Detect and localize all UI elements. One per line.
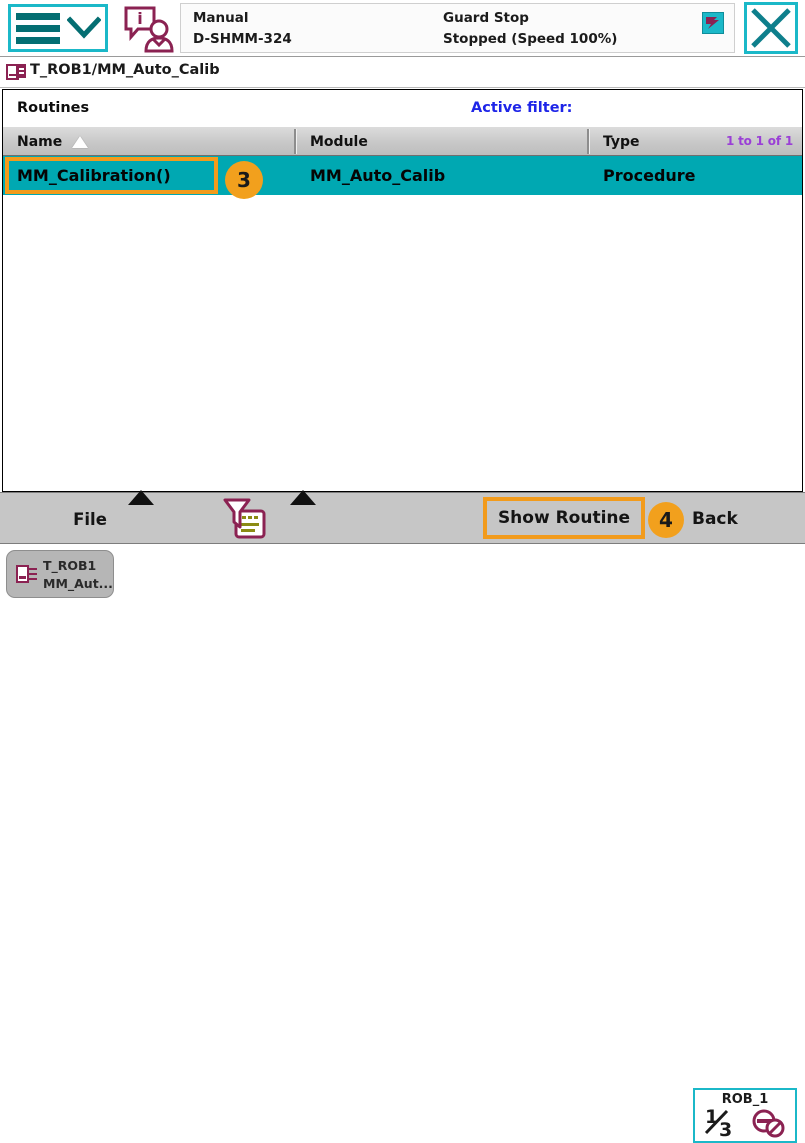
flexpendant-screen: i Manual D-SHMM-324 Guard Stop Stopped (… bbox=[0, 0, 805, 1143]
hamburger-menu-icon bbox=[15, 12, 60, 44]
sort-ascending-icon bbox=[72, 135, 89, 148]
operating-mode-label: Manual bbox=[193, 10, 249, 26]
column-header-name[interactable]: Name bbox=[3, 127, 296, 156]
taskbar-item-line2: MM_Aut... bbox=[43, 576, 113, 591]
cell-module-name: MM_Auto_Calib bbox=[310, 166, 446, 185]
caret-up-icon[interactable] bbox=[290, 490, 316, 505]
table-header-row: Name Module Type 1 to 1 of 1 bbox=[3, 127, 802, 156]
motors-off-icon bbox=[749, 1108, 787, 1138]
status-right-column: Guard Stop Stopped (Speed 100%) bbox=[443, 8, 673, 50]
operator-info-icon[interactable]: i bbox=[122, 5, 174, 53]
guard-state-label: Guard Stop bbox=[443, 10, 529, 26]
back-button[interactable]: Back bbox=[692, 501, 772, 537]
program-editor-icon bbox=[15, 563, 39, 587]
controller-name-label: D-SHMM-324 bbox=[193, 31, 292, 47]
main-menu-button[interactable] bbox=[8, 4, 108, 52]
file-menu-label: File bbox=[73, 509, 107, 529]
cell-routine-type: Procedure bbox=[603, 166, 696, 185]
row-range-indicator: 1 to 1 of 1 bbox=[725, 134, 793, 148]
table-body: MM_Calibration() MM_Auto_Calib Procedure bbox=[3, 156, 802, 490]
back-label: Back bbox=[692, 509, 738, 529]
program-module-icon bbox=[5, 61, 27, 83]
table-row[interactable]: MM_Calibration() MM_Auto_Calib Procedure bbox=[3, 156, 802, 195]
status-left-column: Manual D-SHMM-324 bbox=[193, 8, 438, 50]
run-state-label: Stopped (Speed 100%) bbox=[443, 31, 618, 47]
svg-text:i: i bbox=[137, 9, 142, 28]
controller-status-panel: Manual D-SHMM-324 Guard Stop Stopped (Sp… bbox=[180, 3, 735, 53]
cell-routine-name[interactable]: MM_Calibration() bbox=[3, 156, 171, 195]
taskbar: T_ROB1 MM_Aut... ROB_1 1 3 bbox=[0, 544, 805, 1143]
axis-group-indicator: 1 3 bbox=[703, 1106, 747, 1143]
svg-text:1: 1 bbox=[705, 1106, 718, 1128]
bottom-toolbar: File Show Routine Back bbox=[0, 490, 805, 544]
show-routine-label: Show Routine bbox=[497, 508, 631, 528]
routines-table: Name Module Type 1 to 1 of 1 MM_Calibrat… bbox=[2, 127, 803, 492]
close-button[interactable] bbox=[744, 2, 798, 54]
taskbar-item-program-editor[interactable]: T_ROB1 MM_Aut... bbox=[6, 550, 114, 598]
mechanical-unit-indicator[interactable]: ROB_1 1 3 bbox=[693, 1088, 797, 1143]
breadcrumb: T_ROB1/MM_Auto_Calib bbox=[0, 57, 805, 88]
breadcrumb-path[interactable]: T_ROB1/MM_Auto_Calib bbox=[30, 62, 220, 78]
chevron-down-icon bbox=[66, 16, 101, 40]
caret-up-icon[interactable] bbox=[128, 490, 154, 505]
close-icon bbox=[751, 8, 791, 48]
show-routine-button[interactable]: Show Routine bbox=[483, 497, 645, 539]
panel-title-bar: Routines Active filter: bbox=[2, 89, 803, 127]
app-header: i Manual D-SHMM-324 Guard Stop Stopped (… bbox=[0, 0, 805, 57]
step-3-badge: 3 bbox=[225, 161, 263, 199]
active-filter-label[interactable]: Active filter: bbox=[471, 100, 573, 116]
taskbar-item-line1: T_ROB1 bbox=[43, 558, 97, 573]
robot-name-label: ROB_1 bbox=[721, 1092, 769, 1107]
file-menu-button[interactable]: File bbox=[42, 501, 138, 537]
step-4-badge: 4 bbox=[648, 502, 684, 538]
column-header-module[interactable]: Module bbox=[296, 127, 589, 156]
filter-document-icon[interactable] bbox=[222, 497, 268, 541]
execution-status-icon[interactable] bbox=[702, 12, 724, 34]
page-title: Routines bbox=[17, 100, 90, 116]
svg-text:3: 3 bbox=[719, 1119, 732, 1138]
